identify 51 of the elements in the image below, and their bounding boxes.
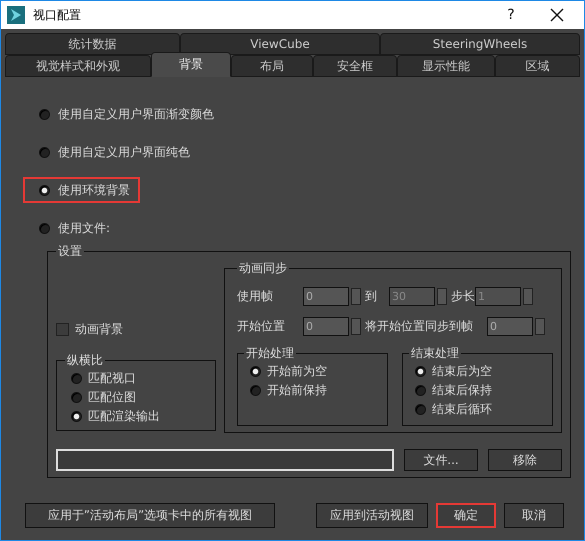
radio-button[interactable] <box>71 411 82 422</box>
option-label: 匹配渲染输出 <box>88 408 160 425</box>
option-label: 匹配位图 <box>88 389 136 406</box>
tab[interactable]: 视觉样式和外观 <box>5 55 151 77</box>
group-title: 开始处理 <box>245 345 295 362</box>
close-icon <box>550 8 564 22</box>
radio-option[interactable]: 使用文件: <box>23 215 120 241</box>
field-label: 到 <box>364 288 378 304</box>
radio-option[interactable]: 使用自定义用户界面渐变颜色 <box>23 101 224 127</box>
tab[interactable]: ViewCube <box>180 33 380 55</box>
field-label: 步长 <box>450 288 475 304</box>
radio-button[interactable] <box>415 404 426 415</box>
radio-button[interactable] <box>415 366 426 377</box>
radio-button[interactable] <box>71 373 82 384</box>
field-label: 使用帧 <box>237 288 274 304</box>
tab[interactable]: 区域 <box>495 55 580 77</box>
group-title: 结束处理 <box>410 345 460 362</box>
checkbox-option[interactable]: 动画背景 <box>56 321 216 338</box>
option-label: 结束后保持 <box>432 382 492 399</box>
radio-button[interactable] <box>415 385 426 396</box>
option-label: 开始前保持 <box>267 382 327 399</box>
file-button[interactable]: 文件... <box>404 449 478 471</box>
group-title: 设置 <box>57 243 83 260</box>
tab[interactable]: 安全框 <box>313 55 397 77</box>
radio-option[interactable]: 使用自定义用户界面纯色 <box>23 139 200 165</box>
file-path-field[interactable] <box>56 449 394 471</box>
tab[interactable]: 统计数据 <box>5 33 180 55</box>
tab[interactable]: 布局 <box>231 55 313 77</box>
help-button[interactable]: ? <box>488 1 534 29</box>
option-label: 开始前为空 <box>267 363 327 380</box>
dialog-button[interactable]: 确定 <box>436 503 496 528</box>
remove-button[interactable]: 移除 <box>488 449 562 471</box>
dialog-button[interactable]: 取消 <box>504 503 564 528</box>
group-title: 纵横比 <box>66 352 104 369</box>
option-label: 结束后为空 <box>432 363 492 380</box>
field-label: 开始位置 <box>237 318 286 334</box>
option-label: 匹配视口 <box>88 370 136 387</box>
field-label: 将开始位置同步到帧 <box>364 318 474 334</box>
dialog-button[interactable]: 应用到活动视图 <box>316 503 428 528</box>
radio-button[interactable] <box>250 385 261 396</box>
window-title: 视口配置 <box>33 6 82 24</box>
tab[interactable]: 显示性能 <box>397 55 495 77</box>
app-logo-icon <box>7 6 25 24</box>
radio-button[interactable] <box>250 366 261 377</box>
radio-option[interactable]: 使用环境背景 <box>23 177 140 203</box>
dialog-button[interactable]: 应用于”活动布局”选项卡中的所有视图 <box>25 503 275 528</box>
group-title: 动画同步 <box>238 260 288 277</box>
radio-button[interactable] <box>71 392 82 403</box>
tab[interactable]: SteeringWheels <box>380 33 580 55</box>
option-label: 结束后循环 <box>432 401 492 418</box>
tab[interactable]: 背景 <box>151 52 231 77</box>
